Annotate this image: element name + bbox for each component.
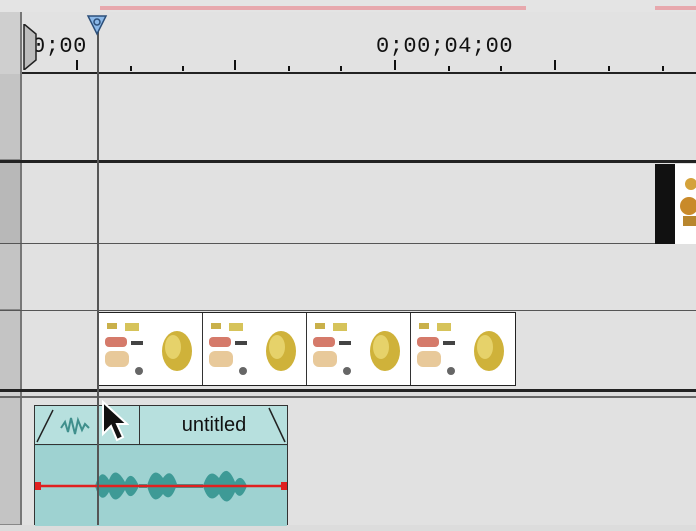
time-ruler[interactable]: 0;00 0;00;04;00 <box>22 12 696 74</box>
clip-frame <box>203 313 307 385</box>
audio-clip-name: untitled <box>139 406 288 444</box>
clip-frame <box>411 313 515 385</box>
audio-waveform-icon <box>35 470 287 502</box>
audio-clip[interactable]: untitled <box>34 405 288 526</box>
playhead-line[interactable] <box>97 18 99 525</box>
work-area-bar[interactable] <box>0 0 696 12</box>
clip-frame <box>99 313 203 385</box>
clip-corner-icon <box>268 407 286 443</box>
video-clip-partial[interactable] <box>655 164 696 244</box>
track-header-video-1[interactable] <box>0 162 20 244</box>
playhead-handle-icon[interactable] <box>86 14 108 36</box>
video-clip[interactable] <box>98 312 516 386</box>
clip-thumbnail-icon <box>680 178 696 226</box>
start-timecode: 0;00 <box>32 34 87 59</box>
ruler-timecode-label: 0;00;04;00 <box>376 34 514 59</box>
track-header-audio[interactable] <box>0 398 20 525</box>
clip-frame <box>307 313 411 385</box>
track-header-video-2[interactable] <box>0 74 20 160</box>
clip-frame-icon <box>313 323 400 375</box>
clip-frame-icon <box>417 323 504 375</box>
volume-handle-left[interactable] <box>35 482 41 490</box>
audio-waveform[interactable] <box>35 446 287 526</box>
in-point-marker-icon[interactable] <box>22 24 38 70</box>
clip-frame-icon <box>105 323 192 375</box>
track-transition[interactable] <box>22 244 696 310</box>
track-video-2[interactable] <box>22 74 696 160</box>
track-header-video-1b[interactable] <box>0 310 20 390</box>
audio-clip-header[interactable]: untitled <box>35 406 287 445</box>
volume-handle-right[interactable] <box>281 482 287 490</box>
track-video-1[interactable] <box>22 163 696 243</box>
track-header-transition[interactable] <box>0 244 20 310</box>
arrow-cursor-icon <box>102 400 129 442</box>
clip-frame-icon <box>209 323 296 375</box>
